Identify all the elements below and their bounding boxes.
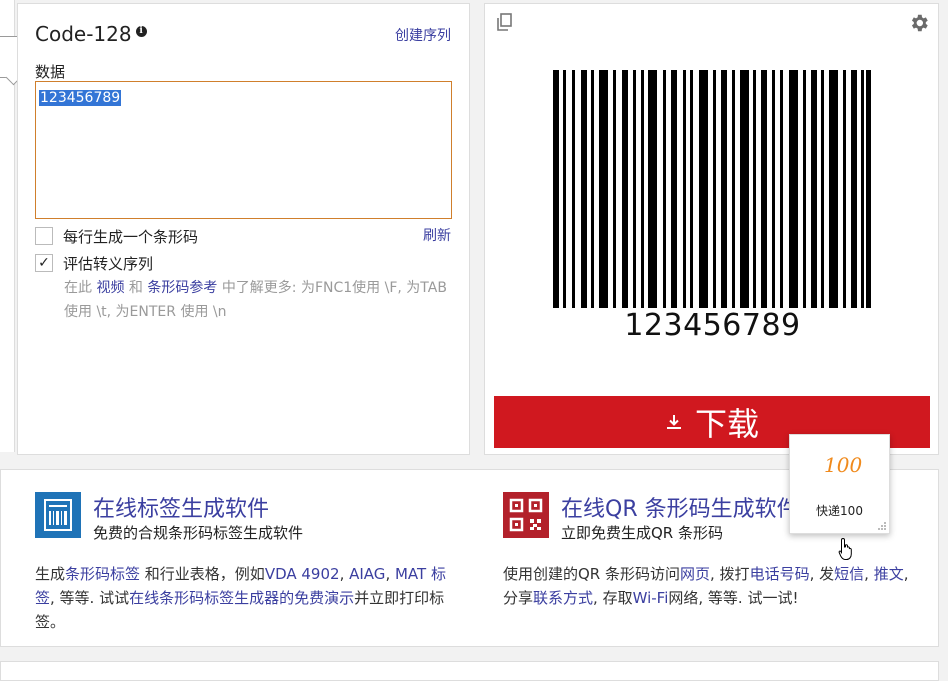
label-software-title[interactable]: 在线标签生成软件 [93,491,269,523]
kuaidi100-logo: 100 [824,453,863,477]
desc-text: 生成 [35,565,66,583]
video-link[interactable]: 视频 [96,280,124,296]
resize-grip-icon[interactable] [877,521,887,531]
copy-icon[interactable] [495,12,515,32]
tweet-link[interactable]: 推文 [874,565,904,583]
desc-text: , [339,565,350,583]
barcode-human-readable: 123456789 [624,308,801,343]
phone-number-link[interactable]: 电话号码 [750,565,810,583]
info-icon[interactable]: i [135,26,147,37]
desc-text: 网络, 等等. 试一试! [668,589,799,607]
download-icon [666,415,681,429]
webpage-link[interactable]: 网页 [680,565,710,583]
vda-4902-link[interactable]: VDA 4902 [265,565,340,583]
desc-text: , 等等. 试试 [50,589,130,607]
data-label: 数据 [35,63,66,81]
gear-icon[interactable] [908,12,930,34]
barcode-labels-link[interactable]: 条形码标签 [65,565,140,583]
refresh-link[interactable]: 刷新 [423,225,451,245]
contact-link[interactable]: 联系方式 [533,589,593,607]
qr-software-subtitle: 立即免费生成QR 条形码 [561,524,723,542]
create-sequence-link[interactable]: 创建序列 [395,25,451,45]
option-one-per-line[interactable]: 每行生成一个条形码 [35,226,198,246]
kuaidi100-label: 快递100 [816,504,863,518]
symbology-title: Code-128 i [35,22,147,46]
desc-text: , 拨打 [710,565,750,583]
wifi-link[interactable]: Wi-Fi [633,589,669,607]
qr-software-title[interactable]: 在线QR 条形码生成软件 [561,491,799,523]
symbology-name: Code-128 [35,22,132,46]
data-input[interactable]: 123456789 [35,81,452,219]
desc-text: , 存取 [593,589,633,607]
qr-software-description: 使用创建的QR 条形码访问网页, 拨打电话号码, 发短信, 推文, 分享联系方式… [503,562,923,610]
hint-prefix: 在此 [64,280,92,296]
sms-link[interactable]: 短信 [834,565,864,583]
label-software-description: 生成条形码标签 和行业表格，例如VDA 4902, AIAG, MAT 标签, … [35,562,455,634]
preview-panel: 123456789 下载 [484,3,939,455]
option-escape-sequences[interactable]: ✓ 评估转义序列 [35,253,153,273]
hint-and: 和 [128,280,143,296]
kuaidi100-popup[interactable]: 100 快递100 [789,434,890,534]
desc-text: 使用创建的QR 条形码访问 [503,565,680,583]
aiag-link[interactable]: AIAG [349,565,385,583]
footer-strip [0,661,939,681]
one-per-line-label: 每行生成一个条形码 [63,227,199,246]
escape-sequences-checkbox[interactable]: ✓ [35,254,53,272]
one-per-line-checkbox[interactable] [35,227,53,245]
hand-cursor-icon [838,537,852,560]
label-software-subtitle: 免费的合规条形码标签生成软件 [93,524,304,542]
desc-text: , 发 [809,565,835,583]
free-demo-link[interactable]: 在线条形码标签生成器的免费演示 [129,589,354,607]
desc-text: 和行业表格，例如 [140,565,265,583]
label-software-icon[interactable] [35,492,81,538]
escape-hint: 在此 视频 和 条形码参考 中了解更多: 为FNC1使用 \F, 为TAB使用 … [64,276,454,324]
qr-code-icon[interactable] [503,492,549,538]
desc-text: , [864,565,874,583]
escape-sequences-label: 评估转义序列 [63,254,154,273]
generator-panel: Code-128 i 创建序列 数据 123456789 每行生成一个条形码 刷新… [17,3,470,455]
barcode-image [553,70,871,308]
download-label: 下载 [694,405,759,443]
data-input-value: 123456789 [39,90,122,106]
desc-text: , [385,565,395,583]
barcode-reference-link[interactable]: 条形码参考 [147,280,217,296]
